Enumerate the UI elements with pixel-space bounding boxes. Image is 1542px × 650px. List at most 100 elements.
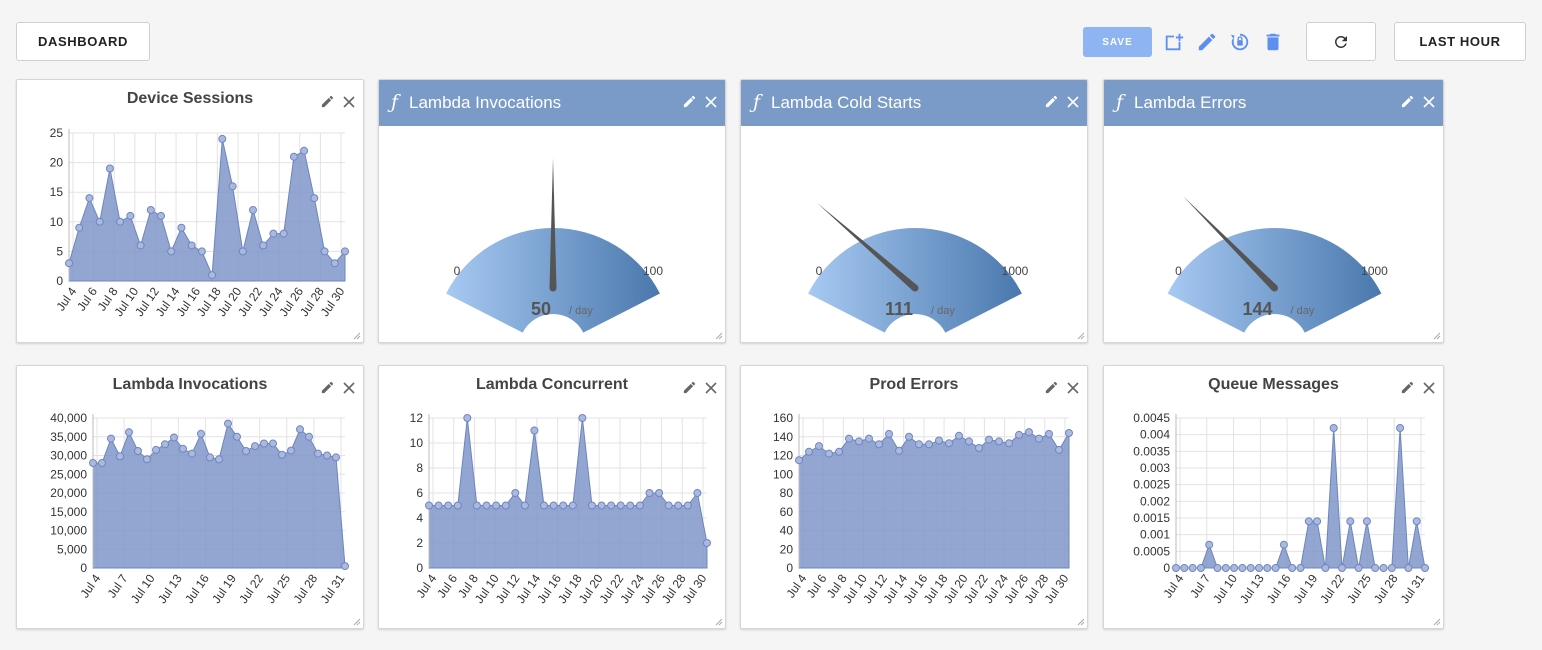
x-tick-label: Jul 4 <box>53 284 79 313</box>
y-tick-label: 0.004 <box>1140 428 1170 442</box>
data-point <box>905 432 913 441</box>
resize-handle-icon[interactable] <box>1075 330 1085 340</box>
data-point <box>279 229 288 238</box>
data-point <box>341 562 349 571</box>
data-point <box>1213 564 1222 572</box>
data-point <box>674 501 683 510</box>
time-range-button[interactable]: LAST HOUR <box>1394 22 1526 61</box>
data-point <box>224 419 232 428</box>
x-tick-label: Jul 28 <box>291 571 321 606</box>
data-point <box>116 217 125 226</box>
y-tick-label: 0.0015 <box>1133 511 1170 525</box>
data-point <box>559 501 568 510</box>
x-tick-label: Jul 4 <box>783 571 809 600</box>
gauge-value: 144 <box>1242 299 1272 319</box>
y-tick-label: 0.0035 <box>1133 444 1170 458</box>
data-point <box>444 501 453 510</box>
data-point <box>635 501 644 510</box>
y-tick-label: 25,000 <box>50 467 87 481</box>
dashboard-button[interactable]: DASHBOARD <box>16 22 150 61</box>
data-point <box>289 152 298 161</box>
data-point <box>1188 564 1197 572</box>
data-point <box>330 259 339 268</box>
data-point <box>845 434 853 443</box>
add-widget-icon[interactable] <box>1163 31 1185 53</box>
data-point <box>197 247 206 256</box>
gauge-min-label: 0 <box>454 264 461 278</box>
gauge-max-label: 100 <box>643 264 663 278</box>
data-point <box>815 442 823 451</box>
data-point <box>626 501 635 510</box>
data-point <box>98 459 106 467</box>
gauge-value: 50 <box>531 299 551 319</box>
data-point <box>1055 445 1063 454</box>
data-point <box>126 211 135 220</box>
data-point <box>795 456 803 465</box>
x-tick-label: Jul 16 <box>1264 571 1294 606</box>
y-tick-label: 0 <box>56 274 63 288</box>
resize-handle-icon[interactable] <box>1431 616 1441 626</box>
y-tick-label: 80 <box>780 486 794 500</box>
data-point <box>1196 564 1205 572</box>
y-tick-label: 0.001 <box>1140 528 1170 542</box>
data-point <box>1015 430 1023 439</box>
x-tick-label: Jul 10 <box>128 571 158 606</box>
y-tick-label: 160 <box>773 411 793 425</box>
data-point <box>805 447 813 456</box>
data-point <box>116 452 124 461</box>
area-chart: 160140120100806040200Jul 4Jul 6Jul 8Jul … <box>773 411 1073 606</box>
y-tick-label: 15 <box>50 185 64 199</box>
data-point <box>616 501 625 510</box>
x-tick-label: Jul 4 <box>1160 571 1186 600</box>
x-tick-label: Jul 31 <box>318 571 348 606</box>
data-point <box>875 440 883 449</box>
data-point <box>935 436 943 445</box>
data-point <box>1045 429 1053 438</box>
resize-handle-icon[interactable] <box>1075 616 1085 626</box>
data-point <box>1230 564 1239 572</box>
data-point <box>215 455 223 464</box>
refresh-button[interactable] <box>1306 22 1376 61</box>
resize-handle-icon[interactable] <box>351 616 361 626</box>
y-tick-label: 0.003 <box>1140 461 1170 475</box>
x-tick-label: Jul 19 <box>1291 571 1321 606</box>
edit-icon[interactable] <box>1196 31 1218 53</box>
data-point <box>179 444 187 453</box>
data-point <box>1362 517 1371 526</box>
data-point <box>1354 564 1363 572</box>
data-point <box>249 206 257 214</box>
widget-prod-errors-chart: Prod Errors 160 140 120 100 80 60 40 20 0 Jul 4 Ju… <box>740 365 1088 629</box>
data-point <box>693 489 702 497</box>
resize-handle-icon[interactable] <box>1431 330 1441 340</box>
resize-handle-icon[interactable] <box>713 616 723 626</box>
y-tick-label: 0 <box>80 561 87 575</box>
x-tick-label: Jul 6 <box>74 284 100 313</box>
y-tick-label: 0.002 <box>1140 494 1170 508</box>
delete-icon[interactable] <box>1262 31 1284 53</box>
save-button[interactable]: SAVE <box>1083 27 1152 57</box>
data-point <box>218 134 227 143</box>
gauge-needle-pivot <box>911 284 919 292</box>
y-tick-label: 5 <box>56 244 63 258</box>
gauge-needle <box>549 158 557 288</box>
gauge-min-label: 0 <box>816 264 823 278</box>
resize-handle-icon[interactable] <box>351 330 361 340</box>
data-point <box>105 164 114 173</box>
resize-handle-icon[interactable] <box>713 330 723 340</box>
data-point <box>228 182 237 191</box>
x-tick-label: Jul 22 <box>1317 571 1347 606</box>
y-tick-label: 40,000 <box>50 411 87 425</box>
data-point <box>1313 517 1322 526</box>
restore-icon[interactable] <box>1229 31 1251 53</box>
widget-lambda-invocations-chart: Lambda Invocations 40,000 35,000 30,000 25,… <box>16 365 364 629</box>
gauge-chart: 0 1000 144 / day <box>1167 195 1388 333</box>
y-tick-label: 35,000 <box>50 430 87 444</box>
data-point <box>197 429 205 438</box>
data-point <box>1338 564 1346 572</box>
data-point <box>1221 564 1230 572</box>
data-point <box>260 439 268 448</box>
data-point <box>463 414 472 422</box>
data-point <box>925 440 933 449</box>
x-tick-label: Jul 13 <box>155 571 185 606</box>
data-point <box>170 433 178 442</box>
